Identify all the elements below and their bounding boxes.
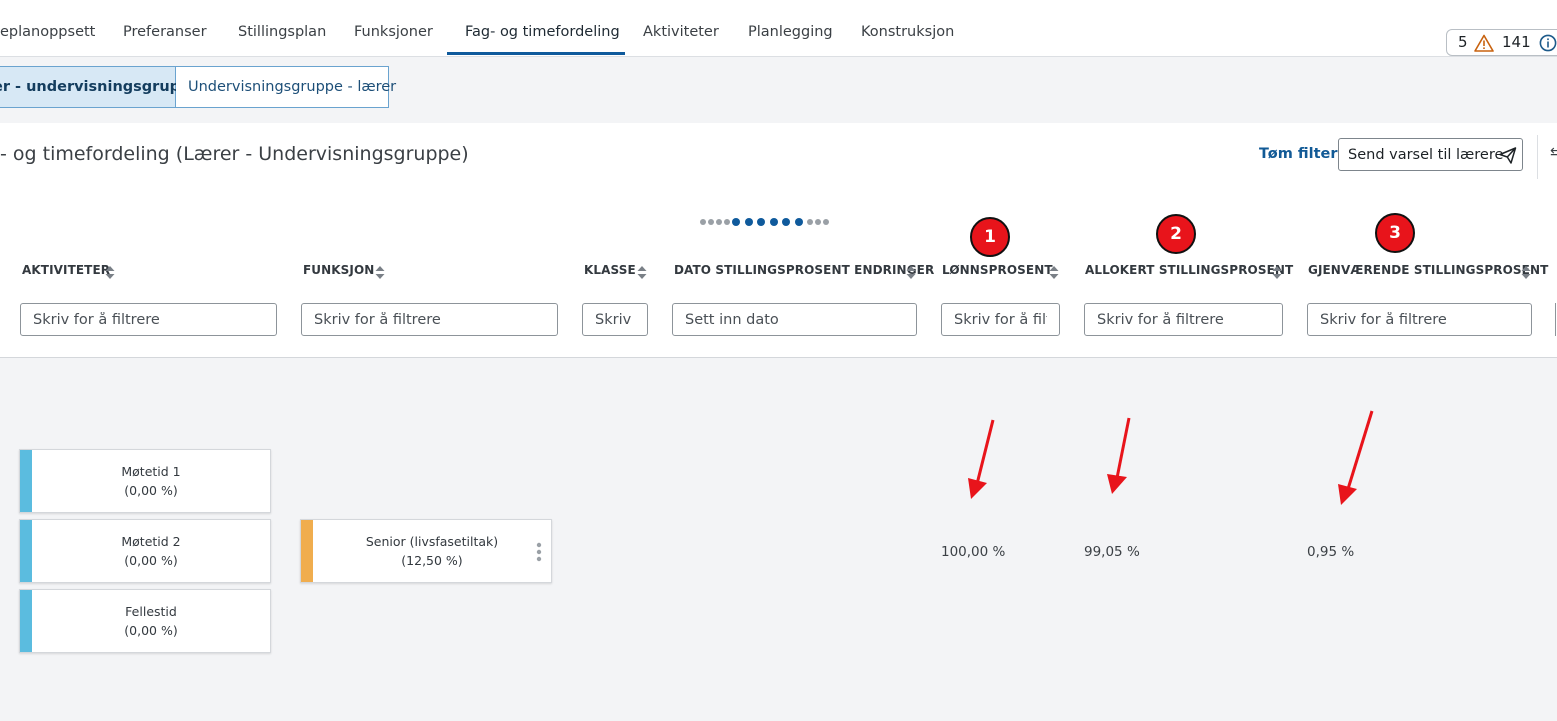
activity-percent: (0,00 %) [124,623,178,638]
clear-filter-link[interactable]: Tøm filter [1259,146,1338,162]
info-count: 141 [1502,33,1531,51]
column-header-dato-stillingsprosent-endringer[interactable]: DATO STILLINGSPROSENT ENDRINGER [674,263,934,277]
tab-fag-og-timefordeling[interactable]: Fag- og timefordeling [465,0,620,57]
annotation-badge: 3 [1375,213,1415,253]
lonnsprosent-value: 100,00 % [941,544,1006,560]
subtab-undervisningsgruppe-laerer[interactable]: Undervisningsgruppe - lærer [176,66,396,108]
filter-input-gjenvaerende[interactable] [1307,303,1532,336]
pagination-dot-active[interactable] [794,218,803,226]
page-title: - og timefordeling (Lærer - Undervisning… [0,143,469,165]
settings-icon[interactable]: ⇆ [1550,145,1557,161]
tab-stillingsplan[interactable]: Stillingsplan [238,0,326,57]
column-header-allokert-stillingsprosent[interactable]: ALLOKERT STILLINGSPROSENT [1085,263,1293,277]
activity-color-stripe [20,520,32,582]
pagination-dot[interactable] [807,219,813,225]
pagination-dot[interactable] [700,219,706,225]
activity-percent: (0,00 %) [124,553,178,568]
activity-color-stripe [20,450,32,512]
sort-icon[interactable] [1049,264,1059,283]
pagination-dot[interactable] [708,219,714,225]
pagination-dot-active[interactable] [744,218,753,226]
tab-planlegging[interactable]: Planlegging [748,0,833,57]
activity-name: Fellestid [125,604,177,619]
activity-card[interactable]: Møtetid 2 (0,00 %) [19,519,271,583]
sort-icon[interactable] [1521,264,1531,283]
sort-icon[interactable] [637,264,647,283]
column-header-lonnsprosent[interactable]: LØNNSPROSENT [942,263,1053,277]
tab-eplanoppsett[interactable]: eplanoppsett [0,0,95,57]
pagination-dot-active[interactable] [769,218,778,226]
filter-input-funksjon[interactable] [301,303,558,336]
sort-icon[interactable] [105,264,115,283]
pagination-dot[interactable] [716,219,722,225]
pagination-dot-active[interactable] [732,218,740,226]
column-header-aktiviteter[interactable]: AKTIVITETER [22,263,110,277]
pagination-dot-active[interactable] [782,218,790,226]
header-divider [1537,135,1538,179]
tab-aktiviteter[interactable]: Aktiviteter [643,0,719,57]
send-notification-button[interactable]: Send varsel til lærere [1338,138,1523,171]
column-header-gjenvaerende-stillingsprosent[interactable]: GJENVÆRENDE STILLINGSPROSENT [1308,263,1548,277]
column-header-funksjon[interactable]: FUNKSJON [303,263,374,277]
pagination-dot[interactable] [724,219,730,225]
warning-count: 5 [1458,33,1468,51]
info-icon [1539,34,1557,56]
activity-card[interactable]: Fellestid (0,00 %) [19,589,271,653]
activity-card[interactable]: Møtetid 1 (0,00 %) [19,449,271,513]
pagination-dot[interactable] [815,219,821,225]
kebab-menu-icon[interactable] [536,542,542,565]
top-navigation: eplanoppsett Preferanser Stillingsplan F… [0,0,1557,57]
activity-name: Møtetid 2 [121,534,181,549]
sort-icon[interactable] [375,264,385,283]
tab-konstruksjon[interactable]: Konstruksjon [861,0,954,57]
send-notification-label: Send varsel til lærere [1348,147,1504,163]
function-percent: (12,50 %) [401,553,463,568]
subtab-laerer-undervisningsgruppe[interactable]: er - undervisningsgruppe [0,66,200,108]
activity-name: Møtetid 1 [121,464,181,479]
notification-counter[interactable]: 5 141 [1446,29,1557,56]
activity-color-stripe [20,590,32,652]
tab-preferanser[interactable]: Preferanser [123,0,207,57]
function-color-stripe [301,520,313,582]
tab-funksjoner[interactable]: Funksjoner [354,0,433,57]
activity-percent: (0,00 %) [124,483,178,498]
paper-plane-icon [1499,147,1517,168]
pagination-dot-active[interactable] [757,218,765,226]
filter-input-allokert[interactable] [1084,303,1283,336]
filter-input-aktiviteter[interactable] [20,303,277,336]
filter-input-klasse[interactable] [582,303,648,336]
date-input-stillingsprosent[interactable] [672,303,917,336]
function-name: Senior (livsfasetiltak) [365,534,499,549]
column-header-klasse[interactable]: KLASSE [584,263,636,277]
filter-input-lonnsprosent[interactable] [941,303,1060,336]
sort-icon[interactable] [906,264,916,283]
annotation-badge: 1 [970,217,1010,257]
sort-icon[interactable] [1272,264,1282,283]
function-card[interactable]: Senior (livsfasetiltak) (12,50 %) [300,519,552,583]
warning-icon [1474,34,1494,56]
pagination-dot[interactable] [823,219,829,225]
allokert-value: 99,05 % [1084,544,1140,560]
active-tab-indicator [447,52,625,55]
gjenvaerende-value: 0,95 % [1307,544,1355,560]
annotation-badge: 2 [1156,214,1196,254]
